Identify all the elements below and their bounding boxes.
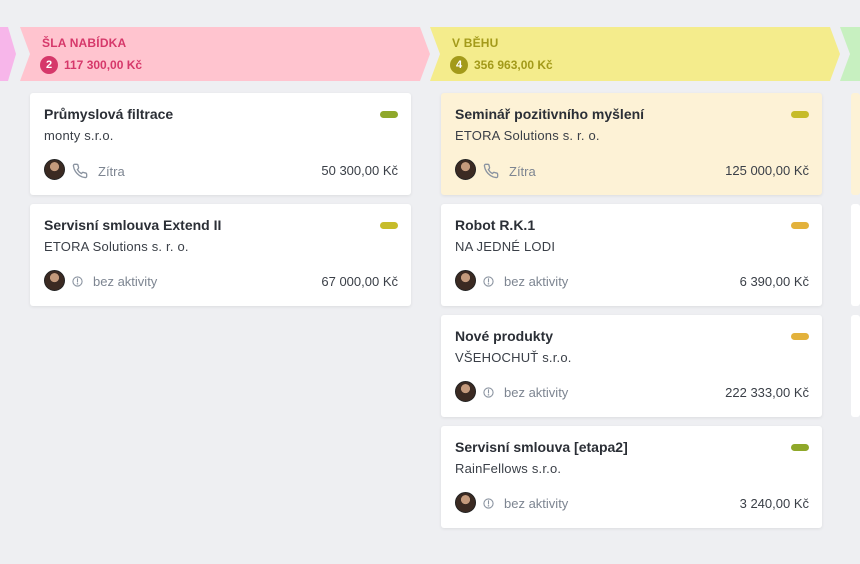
deal-activity[interactable]: bez aktivity — [72, 274, 157, 289]
deal-amount: 222 333,00 Kč — [725, 385, 809, 400]
deal-company: monty s.r.o. — [44, 128, 114, 143]
stage-total: 117 300,00 Kč — [64, 58, 143, 72]
deal-tag — [380, 111, 398, 118]
avatar[interactable] — [455, 159, 476, 180]
deal-amount: 67 000,00 Kč — [321, 274, 398, 289]
deal-company: VŠEHOCHUŤ s.r.o. — [455, 350, 572, 365]
deal-count-badge: 2 — [40, 56, 58, 74]
deal-tag — [791, 444, 809, 451]
deal-card[interactable]: Servisní smlouva [etapa2] RainFellows s.… — [441, 426, 822, 528]
deal-amount: 125 000,00 Kč — [725, 163, 809, 178]
deal-activity[interactable]: bez aktivity — [483, 274, 568, 289]
activity-label: bez aktivity — [504, 496, 569, 511]
activity-label: Zítra — [509, 163, 536, 179]
activity-label: bez aktivity — [504, 274, 569, 289]
avatar[interactable] — [455, 381, 476, 402]
clock-icon — [483, 276, 499, 287]
deal-card[interactable]: Průmyslová filtrace monty s.r.o. Zítra 5… — [30, 93, 411, 195]
next-stage-card[interactable] — [851, 204, 860, 306]
deal-count-badge: 4 — [450, 56, 468, 74]
deal-company: ETORA Solutions s. r. o. — [455, 128, 600, 143]
activity-label: Zítra — [98, 163, 125, 179]
avatar[interactable] — [44, 159, 65, 180]
deal-title: Seminář pozitivního myšlení — [455, 106, 645, 122]
deal-tag — [791, 111, 809, 118]
deal-company: RainFellows s.r.o. — [455, 461, 562, 476]
next-stage-card[interactable] — [851, 315, 860, 417]
deal-activity[interactable]: Zítra — [72, 163, 125, 179]
stage-title: ŠLA NABÍDKA — [42, 36, 127, 50]
deal-card[interactable]: Seminář pozitivního myšlení ETORA Soluti… — [441, 93, 822, 195]
clock-icon — [483, 387, 499, 398]
clock-icon — [72, 276, 88, 287]
avatar[interactable] — [455, 270, 476, 291]
deal-company: NA JEDNÉ LODI — [455, 239, 556, 254]
deal-activity[interactable]: Zítra — [483, 163, 536, 179]
deal-tag — [791, 222, 809, 229]
next-stage-header — [840, 27, 860, 81]
deal-card[interactable]: Nové produkty VŠEHOCHUŤ s.r.o. bez aktiv… — [441, 315, 822, 417]
deal-card[interactable]: Servisní smlouva Extend II ETORA Solutio… — [30, 204, 411, 306]
stage-summary: 4 356 963,00 Kč — [450, 56, 553, 74]
deal-activity[interactable]: bez aktivity — [483, 496, 568, 511]
deal-card[interactable]: Robot R.K.1 NA JEDNÉ LODI bez aktivity 6… — [441, 204, 822, 306]
deal-amount: 50 300,00 Kč — [321, 163, 398, 178]
stage-title: V BĚHU — [452, 36, 499, 50]
deal-title: Servisní smlouva Extend II — [44, 217, 222, 233]
deal-tag — [791, 333, 809, 340]
deal-title: Nové produkty — [455, 328, 554, 344]
deal-title: Průmyslová filtrace — [44, 106, 174, 122]
stage-header-offer[interactable]: ŠLA NABÍDKA 2 117 300,00 Kč — [20, 27, 430, 81]
activity-label: bez aktivity — [93, 274, 158, 289]
deal-activity[interactable]: bez aktivity — [483, 385, 568, 400]
stage-summary: 2 117 300,00 Kč — [40, 56, 142, 74]
previous-stage-header — [0, 27, 16, 81]
clock-icon — [483, 498, 499, 509]
deal-amount: 3 240,00 Kč — [739, 496, 809, 511]
phone-icon — [483, 163, 504, 179]
phone-icon — [72, 163, 93, 179]
deal-title: Servisní smlouva [etapa2] — [455, 439, 628, 455]
stage-header-running[interactable]: V BĚHU 4 356 963,00 Kč — [430, 27, 840, 81]
deal-title: Robot R.K.1 — [455, 217, 536, 233]
deal-company: ETORA Solutions s. r. o. — [44, 239, 189, 254]
deal-tag — [380, 222, 398, 229]
next-stage-card[interactable] — [851, 93, 860, 195]
avatar[interactable] — [455, 492, 476, 513]
deal-amount: 6 390,00 Kč — [739, 274, 809, 289]
avatar[interactable] — [44, 270, 65, 291]
stage-total: 356 963,00 Kč — [474, 58, 553, 72]
activity-label: bez aktivity — [504, 385, 569, 400]
